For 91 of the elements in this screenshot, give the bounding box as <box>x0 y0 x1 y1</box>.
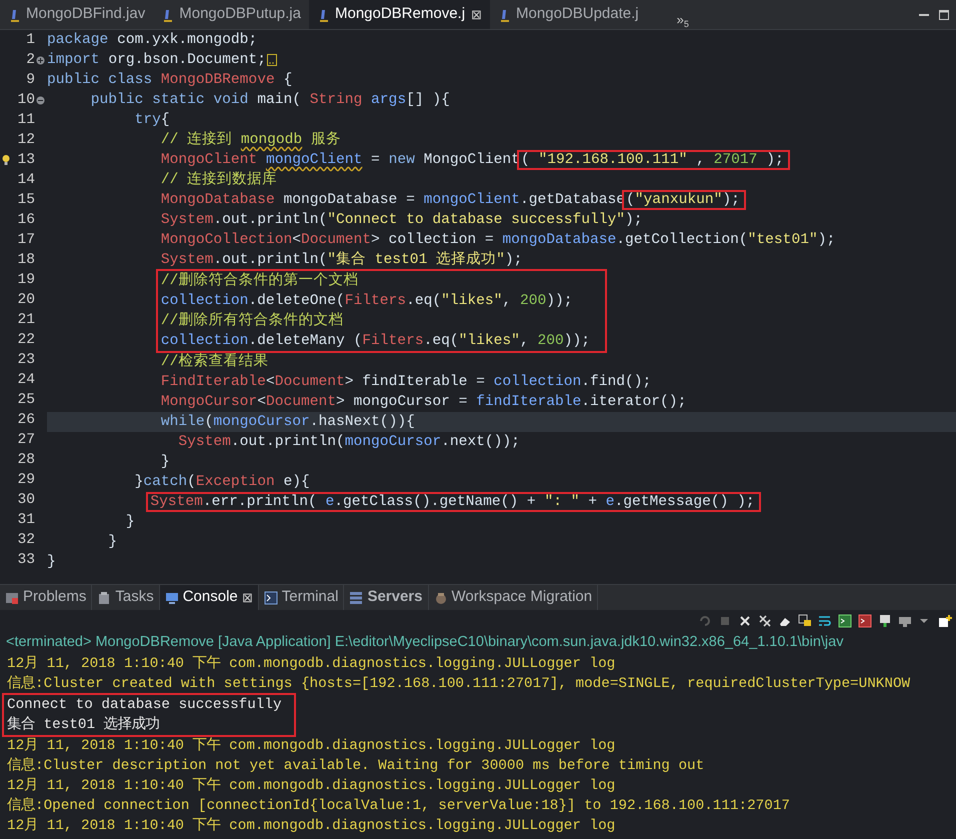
close-all-icon[interactable] <box>758 614 772 628</box>
line-number: 22 <box>17 331 35 350</box>
annotation-box: ("yanxukun"); <box>622 190 746 210</box>
clipboard-icon <box>97 590 112 604</box>
lightbulb-icon[interactable] <box>2 154 10 166</box>
code-line: try{ <box>134 111 171 130</box>
display-icon[interactable] <box>898 614 912 628</box>
line-number: 12 <box>17 131 35 150</box>
line-number: 24 <box>17 371 35 390</box>
line-number: 17 <box>17 231 35 250</box>
editor-tab[interactable]: MongoDBPutup.ja <box>153 0 309 29</box>
code-line: } <box>160 453 171 472</box>
line-number: 1 <box>26 31 35 50</box>
close-icon[interactable] <box>738 614 752 628</box>
code-line: //删除符合条件的第一个文档 <box>160 271 360 291</box>
server-icon <box>349 590 364 604</box>
console-line: 12月 11, 2018 1:10:40 下午 com.mongodb.diagnostics.logging.JULLogger log <box>6 816 616 836</box>
console-line: 12月 11, 2018 1:10:40 下午 com.mongodb.diagnostics.logging.JULLogger log <box>6 776 616 796</box>
line-number: 33 <box>17 551 35 570</box>
code-line: collection.deleteMany (Filters.eq("likes", 200)); <box>160 332 592 351</box>
code-line: package com.yxk.mongodb; <box>47 31 258 50</box>
line-number: 11 <box>17 111 35 130</box>
code-line: FindIterable<Document> findIterable = collection.find(); <box>160 373 652 392</box>
line-number: 28 <box>17 451 35 470</box>
code-line: //检索查看结果 <box>160 352 270 372</box>
word-wrap-icon[interactable] <box>818 614 832 628</box>
line-number: 27 <box>17 431 35 450</box>
problems-icon <box>5 590 19 604</box>
line-number: 15 <box>17 191 35 210</box>
line-number: 13 <box>17 151 35 170</box>
console-line: 12月 11, 2018 1:10:40 下午 com.mongodb.diagnostics.logging.JULLogger log <box>6 736 616 756</box>
line-number: 26 <box>17 411 35 430</box>
code-line: //删除所有符合条件的文档 <box>160 311 344 331</box>
close-icon[interactable]: ⊠ <box>471 4 482 24</box>
console-line: 12月 11, 2018 1:10:40 下午 com.mongodb.diagnostics.logging.JULLogger log <box>6 654 616 674</box>
lock-icon[interactable] <box>798 614 812 628</box>
code-line: } <box>47 553 57 572</box>
line-number: 2 <box>26 51 35 70</box>
code-line: public class MongoDBRemove { <box>47 71 294 90</box>
console-line: 信息:Cluster description not yet available. Waiting for 30000 ms before timing out <box>6 756 706 776</box>
console-header: <terminated> MongoDBRemove [Java Application] E:\editor\MyeclipseC10\binary\com.sun.java.jdk10.win32.x86_64_1.10.1\bin\jav <box>6 633 844 652</box>
code-line: } <box>124 513 136 532</box>
code-line: System.out.println(mongoCursor.next()); <box>177 433 521 452</box>
line-number: 16 <box>17 211 35 230</box>
code-line: System.out.println("Connect to database successfully"); <box>160 211 644 230</box>
line-number: 32 <box>17 531 35 550</box>
code-line: MongoClient mongoClient = new MongoClient( "192.168.100.111" , 27017 ); <box>47 150 956 170</box>
code-line: // 连接到数据库 <box>160 170 278 190</box>
code-line: MongoDatabase mongoDatabase = mongoClient.getDatabase("yanxukun"); <box>47 190 956 210</box>
code-line: public static void main( String args[] ){ <box>90 91 451 110</box>
terminal-icon[interactable] <box>838 614 852 628</box>
terminal-icon <box>264 590 278 604</box>
close-icon[interactable]: ⊠ <box>242 588 253 608</box>
editor-tab[interactable]: MongoDBUpdate.j <box>490 0 647 29</box>
line-number: 20 <box>17 291 35 310</box>
monitor-icon <box>164 590 179 604</box>
line-number: 25 <box>17 391 35 410</box>
line-number: 21 <box>17 311 35 330</box>
view-tab[interactable]: Console ⊠ <box>160 585 259 610</box>
line-number: 10 <box>17 91 35 110</box>
code-line: }catch(Exception e){ <box>134 473 311 492</box>
console-line: 信息:Cluster created with settings {hosts=[192.168.100.111:27017], mode=SINGLE, requiredClusterType=UNKNOW <box>6 674 912 694</box>
console-line: 信息:Opened connection [connectionId{localValue:1, serverValue:18}] to 192.168.100.111:27017 <box>6 796 791 816</box>
code-line: } <box>107 533 118 552</box>
annotation-box: System.err.println( e.getClass().getName() + ": " + e.getMessage() ); <box>146 492 761 512</box>
pin-icon[interactable] <box>878 614 892 628</box>
new-console-icon[interactable] <box>938 614 952 628</box>
expand-fold-icon[interactable] <box>36 56 45 65</box>
code-line: MongoCursor<Document> mongoCursor = findIterable.iterator(); <box>160 393 688 412</box>
code-line: // 连接到 mongodb 服务 <box>160 130 342 150</box>
editor-tab[interactable]: MongoDBFind.jav <box>0 0 154 29</box>
editor-tab[interactable]: MongoDBRemove.j ⊠ <box>308 0 490 29</box>
code-line: import org.bson.Document; <box>47 50 956 70</box>
annotation-box: ( "192.168.100.111" , 27017 ); <box>516 150 790 170</box>
console-line: Connect to database successfully <box>7 696 283 715</box>
code-line: MongoCollection<Document> collection = mongoDatabase.getCollection("test01"); <box>160 231 836 250</box>
maximize-icon[interactable] <box>938 8 950 20</box>
code-line: collection.deleteOne(Filters.eq("likes", 200)); <box>160 292 574 311</box>
line-number: 19 <box>17 271 35 290</box>
folded-code-icon[interactable] <box>266 53 278 67</box>
terminal-icon[interactable] <box>858 614 872 628</box>
line-number: 14 <box>17 171 35 190</box>
line-number: 18 <box>17 251 35 270</box>
line-number: 9 <box>26 71 35 90</box>
collapse-fold-icon[interactable] <box>36 96 45 105</box>
line-number: 31 <box>17 511 35 530</box>
line-number: 30 <box>17 491 35 510</box>
line-number: 23 <box>17 351 35 370</box>
code-line: System.out.println("集合 test01 选择成功"); <box>160 250 524 270</box>
console-line: 集合 test01 选择成功 <box>7 715 161 735</box>
line-number: 29 <box>17 471 35 490</box>
